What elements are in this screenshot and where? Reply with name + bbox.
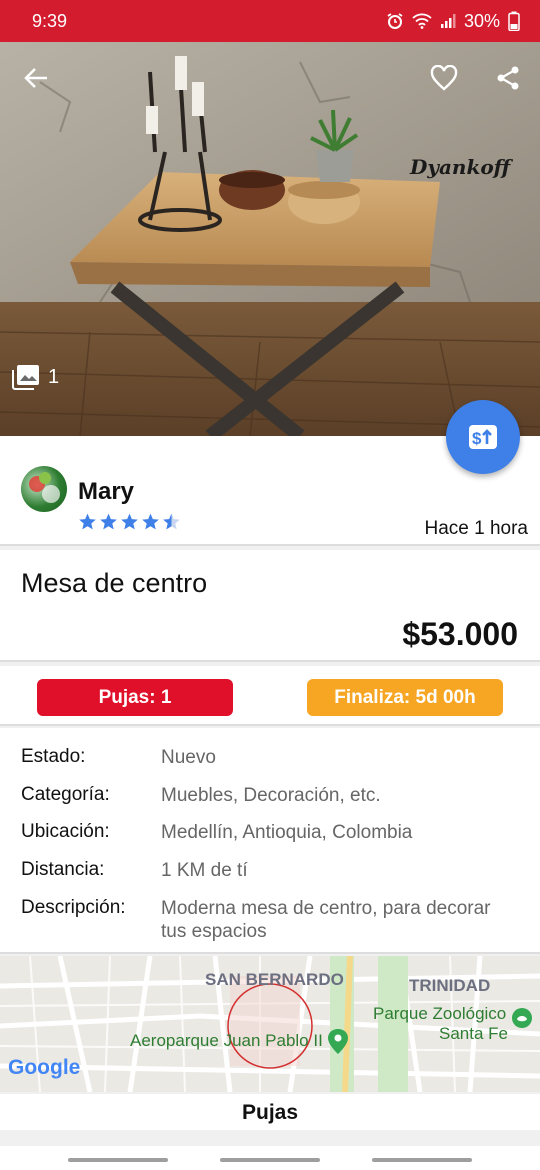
detail-value: Medellín, Antioquia, Colombia	[161, 822, 413, 843]
star-half-icon	[163, 513, 180, 530]
detail-label: Estado:	[21, 746, 86, 767]
detail-label: Categoría:	[21, 784, 110, 805]
posted-time: Hace 1 hora	[424, 518, 528, 539]
listing-title: Mesa de centro	[21, 568, 208, 598]
signal-icon	[440, 14, 456, 28]
auction-badges: Pujas: 1 Finaliza: 5d 00h	[0, 666, 540, 726]
wifi-icon	[412, 13, 432, 29]
back-arrow-icon	[24, 68, 47, 88]
google-logo: Google	[8, 1056, 81, 1079]
detail-label: Distancia:	[21, 859, 105, 880]
detail-row-descripcion: Descripción: Moderna mesa de centro, par…	[21, 897, 521, 943]
status-time: 9:39	[32, 10, 68, 31]
share-icon	[497, 66, 519, 90]
star-icon	[79, 513, 96, 530]
listing-price: $53.000	[402, 616, 518, 652]
map-label-trinidad: TRINIDAD	[409, 976, 491, 995]
product-image[interactable]: Dyankoff 1	[0, 42, 540, 436]
system-nav-bar	[0, 1146, 540, 1170]
detail-row-ubicacion: Ubicación: Medellín, Antioquia, Colombia	[21, 821, 521, 844]
map-label-san-bernardo: SAN BERNARDO	[205, 970, 344, 989]
nav-home[interactable]	[220, 1158, 320, 1162]
detail-row-categoria: Categoría: Muebles, Decoración, etc.	[21, 784, 521, 807]
battery-percent: 30%	[463, 10, 500, 31]
nav-recents[interactable]	[68, 1158, 168, 1162]
watermark-text: Dyankoff	[409, 155, 514, 179]
detail-row-estado: Estado: Nuevo	[21, 746, 521, 769]
avatar-image	[29, 472, 60, 503]
product-photo: Dyankoff	[0, 42, 540, 436]
star-icon	[142, 513, 159, 530]
status-bar: 9:39 30%	[0, 0, 540, 42]
nav-back[interactable]	[372, 1158, 472, 1162]
status-icons: 30%	[386, 11, 520, 32]
location-map[interactable]: SAN BERNARDO TRINIDAD Parque Zoológico S…	[0, 956, 540, 1092]
gallery-icon	[12, 365, 39, 390]
back-button[interactable]	[20, 62, 52, 94]
star-icon	[100, 513, 117, 530]
bids-count-badge[interactable]: Pujas: 1	[37, 679, 233, 716]
bid-fab-button[interactable]: $	[446, 400, 520, 474]
detail-row-distancia: Distancia: 1 KM de tí	[21, 859, 521, 882]
favorite-button[interactable]	[428, 62, 460, 94]
photo-count[interactable]: 1	[12, 364, 59, 390]
detail-value: Muebles, Decoración, etc.	[161, 785, 381, 806]
alarm-icon	[387, 13, 403, 29]
svg-text:$: $	[472, 429, 482, 448]
details-section: Estado: Nuevo Categoría: Muebles, Decora…	[0, 728, 540, 954]
share-button[interactable]	[492, 62, 524, 94]
detail-label: Ubicación:	[21, 821, 110, 842]
map-label-zoo-line2: Santa Fe	[439, 1024, 508, 1043]
star-icon	[121, 513, 138, 530]
listing-header: Mesa de centro $53.000	[0, 550, 540, 662]
detail-value: Moderna mesa de centro, para decorar tus…	[161, 898, 491, 942]
bids-section-title: Pujas	[0, 1094, 540, 1130]
seller-avatar[interactable]	[21, 466, 67, 512]
map-label-zoo-line1: Parque Zoológico	[373, 1004, 507, 1023]
map-label-aeroparque: Aeroparque Juan Pablo II	[130, 1031, 323, 1050]
photo-count-value: 1	[48, 365, 60, 388]
battery-icon	[508, 11, 520, 31]
bid-dollar-icon: $	[469, 425, 497, 449]
detail-label: Descripción:	[21, 897, 126, 918]
seller-name[interactable]: Mary	[78, 478, 134, 506]
seller-rating	[78, 512, 181, 531]
detail-value: 1 KM de tí	[161, 860, 248, 881]
detail-value: Nuevo	[161, 747, 216, 768]
ends-in-badge: Finaliza: 5d 00h	[307, 679, 503, 716]
heart-icon	[430, 65, 458, 91]
